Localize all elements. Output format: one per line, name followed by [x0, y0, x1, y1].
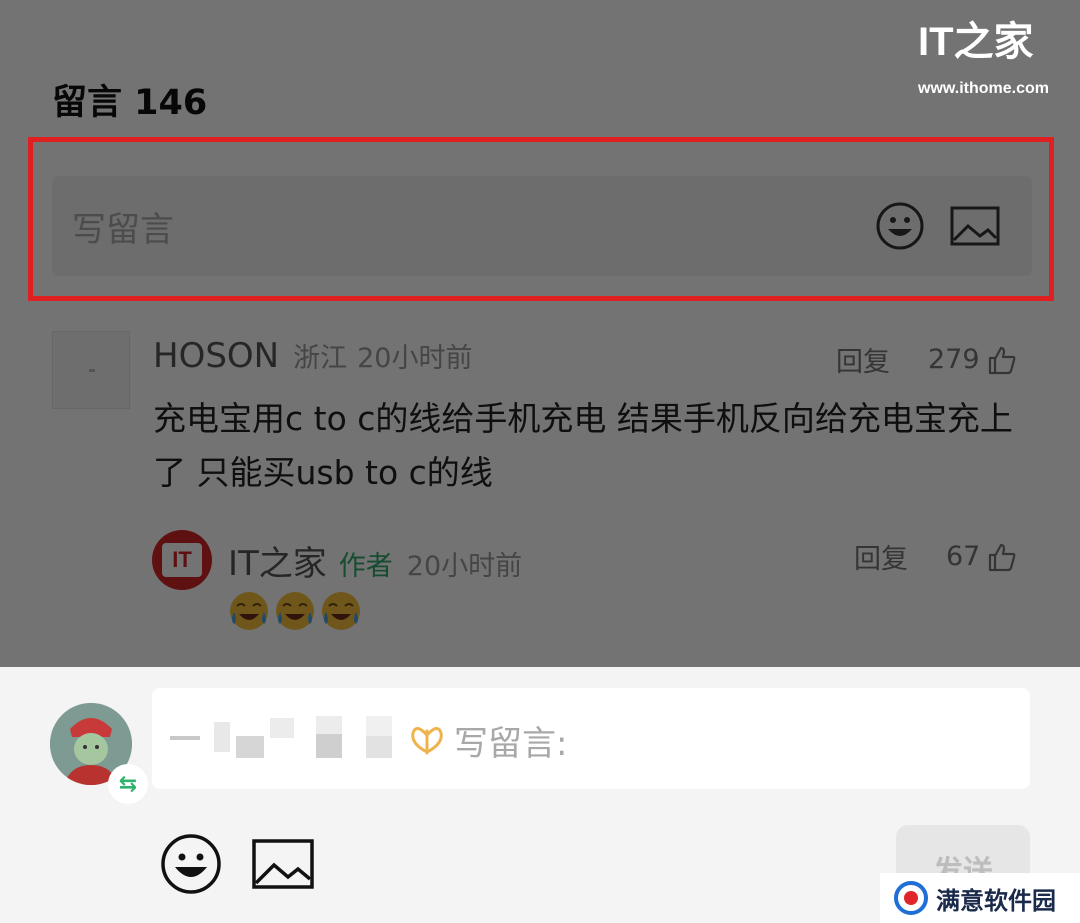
reply-header: IT之家 作者 20小时前: [228, 536, 522, 585]
it-avatar-label: IT: [162, 543, 202, 577]
comment-header: HOSON 浙江 20小时前: [153, 336, 472, 376]
tears-of-joy-emoji-icon: [322, 592, 360, 630]
it-home-avatar[interactable]: IT: [152, 530, 212, 590]
reply-actions: 回复 67: [854, 537, 1018, 576]
comment-time: 20小时前: [357, 343, 473, 374]
ithome-logo-mark: IT之家: [918, 16, 1068, 76]
comment-username[interactable]: HOSON: [153, 336, 279, 376]
like-count: 279: [928, 344, 980, 375]
reply-reply-button[interactable]: 回复: [854, 537, 908, 576]
article-page: 留言 146 写留言 HOSON 浙江 20小时前 回复 279 充电宝用c t…: [0, 0, 1080, 667]
reply-button[interactable]: 回复: [836, 340, 890, 379]
reply-username[interactable]: IT之家: [228, 536, 327, 585]
reply-emojis: [228, 590, 362, 632]
composer-placeholder-wrap: 写留言:: [410, 716, 567, 765]
composer-placeholder: 写留言:: [454, 724, 568, 764]
ithome-logo-text: IT之家: [918, 20, 1034, 64]
tears-of-joy-emoji-icon: [276, 592, 314, 630]
watermark-text: 满意软件园: [936, 886, 1056, 915]
comment-text: 充电宝用c to c的线给手机充电 结果手机反向给充电宝充上了 只能买usb t…: [153, 399, 1013, 492]
highlight-frame: [28, 137, 1054, 301]
watermark-logo-icon: [894, 881, 928, 915]
blurred-username: [170, 716, 400, 760]
comment-actions: 回复 279: [836, 340, 1018, 379]
site-watermark: 满意软件园: [880, 873, 1080, 923]
user-avatar[interactable]: [52, 331, 130, 409]
image-icon[interactable]: [252, 839, 314, 889]
reply-time: 20小时前: [406, 551, 523, 582]
emoji-icon[interactable]: [160, 833, 222, 895]
comments-count-title: 留言 146: [52, 83, 208, 123]
thumbs-up-icon[interactable]: [986, 541, 1018, 573]
thumbs-up-icon[interactable]: [986, 344, 1018, 376]
composer-input[interactable]: 写留言:: [152, 688, 1030, 789]
butterfly-icon: [411, 726, 443, 754]
ithome-url: www.ithome.com: [918, 80, 1049, 97]
tears-of-joy-emoji-icon: [230, 592, 268, 630]
ithome-logo: IT之家 www.ithome.com: [918, 16, 1068, 98]
switch-account-icon[interactable]: ⇆: [108, 764, 148, 804]
author-tag: 作者: [338, 551, 393, 582]
reply-like-count: 67: [946, 541, 981, 572]
comment-location: 浙江: [293, 343, 348, 374]
